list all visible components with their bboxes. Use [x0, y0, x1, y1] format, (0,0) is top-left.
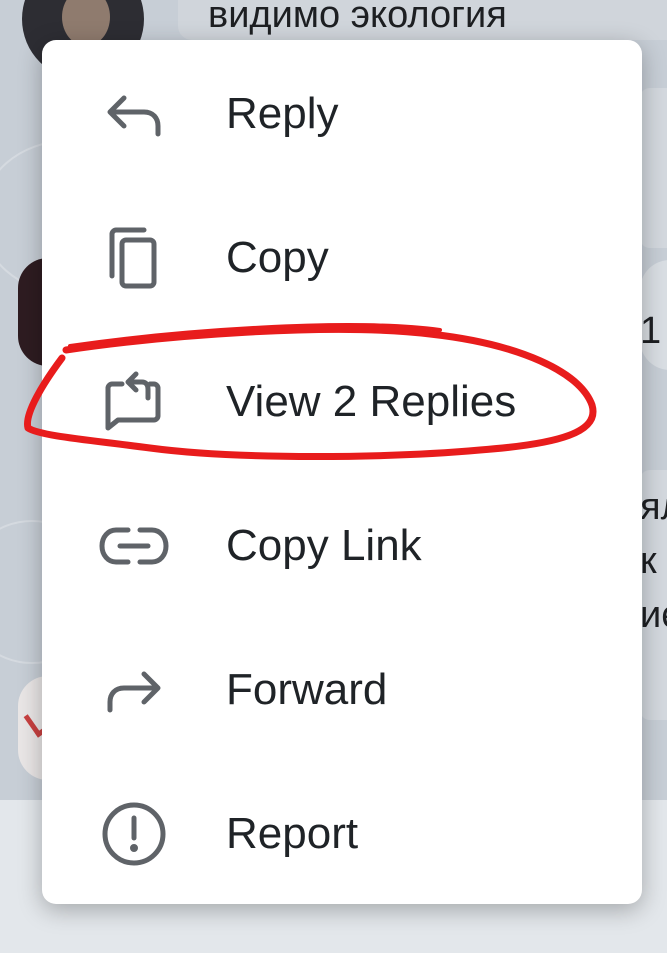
menu-item-label: Copy Link: [226, 521, 422, 570]
message-text-fragment: иє: [640, 594, 667, 636]
message-context-menu: Reply Copy View 2 Replies Copy Link Forw…: [42, 40, 642, 904]
menu-item-report[interactable]: Report: [42, 762, 642, 906]
menu-item-label: View 2 Replies: [226, 377, 517, 426]
menu-item-copy[interactable]: Copy: [42, 186, 642, 330]
screen: видимо экология 1 ял к г иє Reply: [0, 0, 667, 953]
menu-item-reply[interactable]: Reply: [42, 42, 642, 186]
copy-icon: [98, 222, 170, 294]
menu-item-label: Reply: [226, 89, 339, 138]
forward-icon: [98, 654, 170, 726]
message-text-fragment: к г: [640, 540, 667, 582]
message-bubble[interactable]: [640, 88, 667, 248]
message-text-fragment: 1: [640, 310, 662, 352]
menu-item-copy-link[interactable]: Copy Link: [42, 474, 642, 618]
view-replies-icon: [98, 366, 170, 438]
menu-item-label: Report: [226, 809, 359, 858]
reply-icon: [98, 78, 170, 150]
message-text-fragment: ял: [640, 486, 667, 528]
menu-item-forward[interactable]: Forward: [42, 618, 642, 762]
report-icon: [98, 798, 170, 870]
menu-item-label: Forward: [226, 665, 388, 714]
message-text: видимо экология: [208, 0, 507, 36]
menu-item-label: Copy: [226, 233, 329, 282]
link-icon: [98, 510, 170, 582]
menu-item-view-replies[interactable]: View 2 Replies: [42, 330, 642, 474]
